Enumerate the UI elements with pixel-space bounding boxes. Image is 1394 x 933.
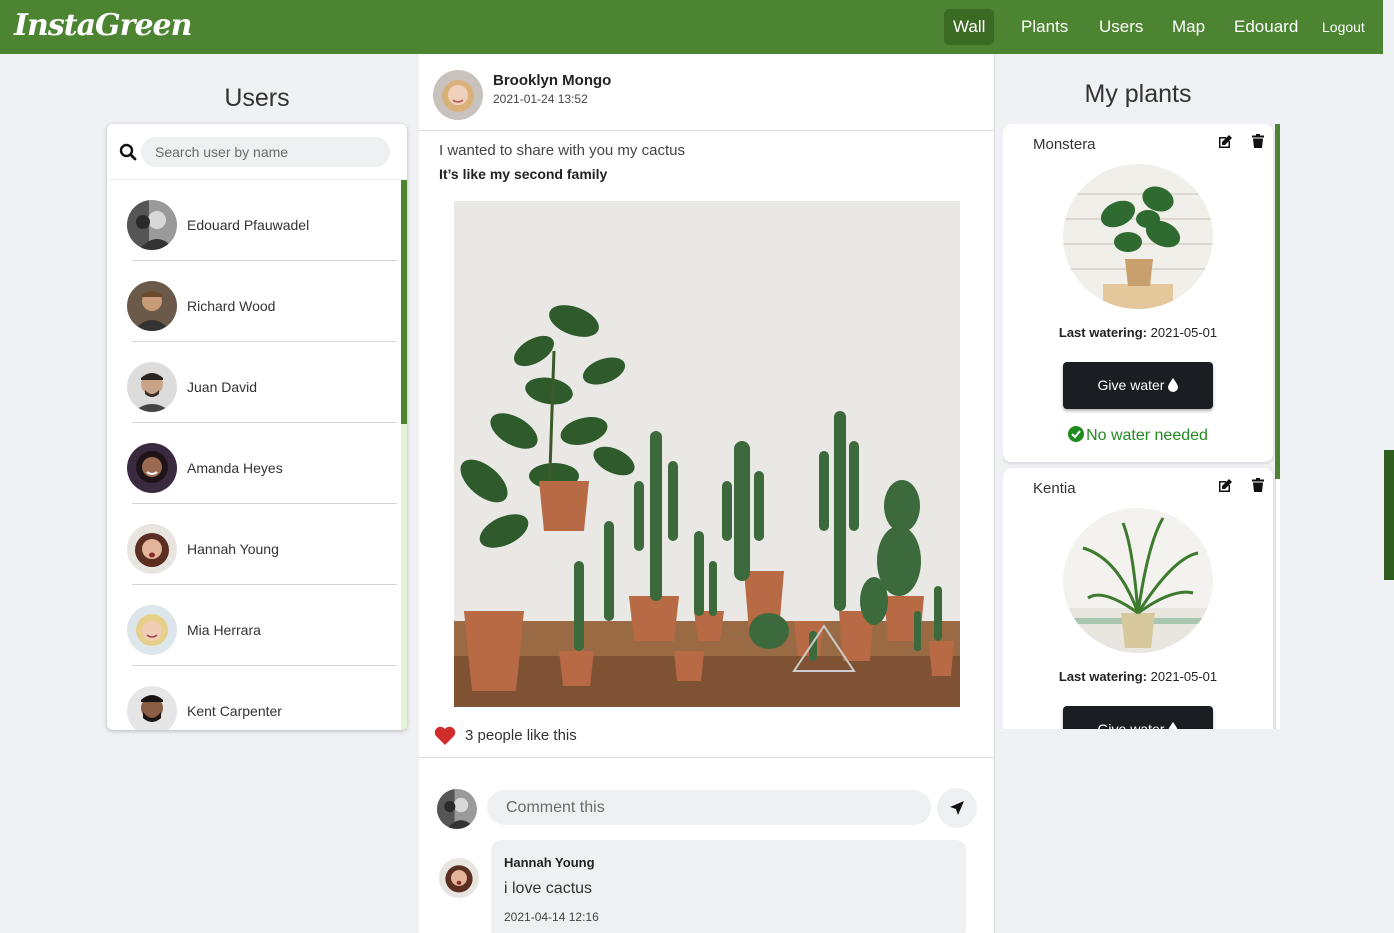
water-status: No water needed	[1003, 426, 1273, 445]
post-subtext: It’s like my second family	[439, 166, 608, 182]
heart-icon[interactable]	[434, 726, 456, 746]
send-icon	[950, 801, 964, 815]
search-icon	[119, 143, 137, 161]
search-row	[107, 124, 407, 180]
user-name: Juan David	[187, 379, 258, 395]
user-list-scrollbar-thumb[interactable]	[401, 180, 407, 424]
send-button[interactable]	[937, 788, 977, 828]
user-item[interactable]: Amanda Heyes	[107, 423, 401, 504]
comment-bubble: Hannah Young i love cactus 2021-04-14 12…	[491, 840, 966, 933]
user-name: Amanda Heyes	[187, 460, 283, 476]
user-item[interactable]: Mia Herrara	[107, 585, 401, 666]
post-author[interactable]: Brooklyn Mongo	[493, 72, 611, 89]
nav-users[interactable]: Users	[1090, 9, 1152, 45]
divider	[419, 757, 994, 758]
comment-date: 2021-04-14 12:16	[504, 910, 599, 924]
edit-icon[interactable]	[1217, 134, 1233, 150]
avatar	[127, 686, 177, 730]
edit-icon[interactable]	[1217, 478, 1233, 494]
user-name: Edouard Pfauwadel	[187, 217, 310, 233]
comment-input[interactable]	[487, 790, 931, 825]
water-drop-icon	[1169, 722, 1178, 729]
nav-profile[interactable]: Edouard	[1225, 9, 1307, 45]
post-card: Brooklyn Mongo 2021-01-24 13:52 I wanted…	[419, 54, 995, 933]
avatar	[439, 858, 479, 898]
user-item[interactable]: Kent Carpenter	[107, 666, 401, 730]
user-list: Edouard Pfauwadel Richard Wood Juan Davi…	[107, 180, 401, 730]
post-image	[454, 201, 960, 707]
plants-title: My plants	[1084, 80, 1192, 108]
user-item[interactable]: Hannah Young	[107, 504, 401, 585]
avatar	[127, 443, 177, 493]
page-scrollbar-thumb[interactable]	[1384, 450, 1394, 580]
avatar	[127, 281, 177, 331]
users-card: Edouard Pfauwadel Richard Wood Juan Davi…	[107, 124, 407, 730]
avatar[interactable]	[433, 70, 483, 120]
trash-icon[interactable]	[1252, 478, 1264, 492]
avatar	[127, 362, 177, 412]
navbar: InstaGreen Wall Plants Users Map Edouard…	[0, 0, 1383, 54]
user-name: Hannah Young	[187, 541, 279, 557]
avatar	[437, 789, 477, 829]
plant-card: Monstera Last watering: 2021-05-01 Give …	[1003, 124, 1273, 462]
trash-icon[interactable]	[1252, 134, 1264, 148]
last-watering: Last watering: 2021-05-01	[1058, 669, 1218, 684]
check-circle-icon	[1068, 426, 1085, 442]
user-item[interactable]: Edouard Pfauwadel	[107, 180, 401, 261]
logo[interactable]: InstaGreen	[14, 8, 192, 43]
avatar	[127, 605, 177, 655]
nav-map[interactable]: Map	[1163, 9, 1214, 45]
plants-scrollbar-track[interactable]	[1275, 479, 1280, 729]
give-water-button[interactable]: Give water	[1063, 706, 1213, 729]
plants-list: Monstera Last watering: 2021-05-01 Give …	[1003, 124, 1280, 729]
user-list-scrollbar-track[interactable]	[401, 424, 407, 730]
give-water-button[interactable]: Give water	[1063, 362, 1213, 409]
plant-card: Kentia Last watering: 2021-05-01 Give wa…	[1003, 468, 1273, 729]
avatar	[127, 524, 177, 574]
user-item[interactable]: Juan David	[107, 342, 401, 423]
user-name: Richard Wood	[187, 298, 276, 314]
plant-name: Kentia	[1033, 480, 1076, 497]
plant-photo	[1063, 164, 1213, 309]
plant-name: Monstera	[1033, 136, 1096, 153]
avatar	[127, 200, 177, 250]
post-header: Brooklyn Mongo 2021-01-24 13:52	[419, 54, 994, 131]
nav-plants[interactable]: Plants	[1012, 9, 1077, 45]
comment-author[interactable]: Hannah Young	[504, 855, 595, 870]
user-name: Kent Carpenter	[187, 703, 282, 719]
water-drop-icon	[1168, 378, 1179, 392]
last-watering: Last watering: 2021-05-01	[1058, 325, 1218, 340]
users-title: Users	[224, 84, 290, 112]
nav-wall[interactable]: Wall	[944, 9, 995, 45]
user-name: Mia Herrara	[187, 622, 261, 638]
post-date: 2021-01-24 13:52	[493, 92, 588, 106]
likes-count: 3 people like this	[465, 727, 577, 744]
nav-logout[interactable]: Logout	[1313, 9, 1374, 45]
post-text: I wanted to share with you my cactus	[439, 142, 685, 159]
plant-photo	[1063, 508, 1213, 653]
search-input[interactable]	[141, 137, 390, 167]
user-item[interactable]: Richard Wood	[107, 261, 401, 342]
plants-scrollbar-thumb[interactable]	[1275, 124, 1280, 479]
comment-text: i love cactus	[504, 880, 593, 897]
